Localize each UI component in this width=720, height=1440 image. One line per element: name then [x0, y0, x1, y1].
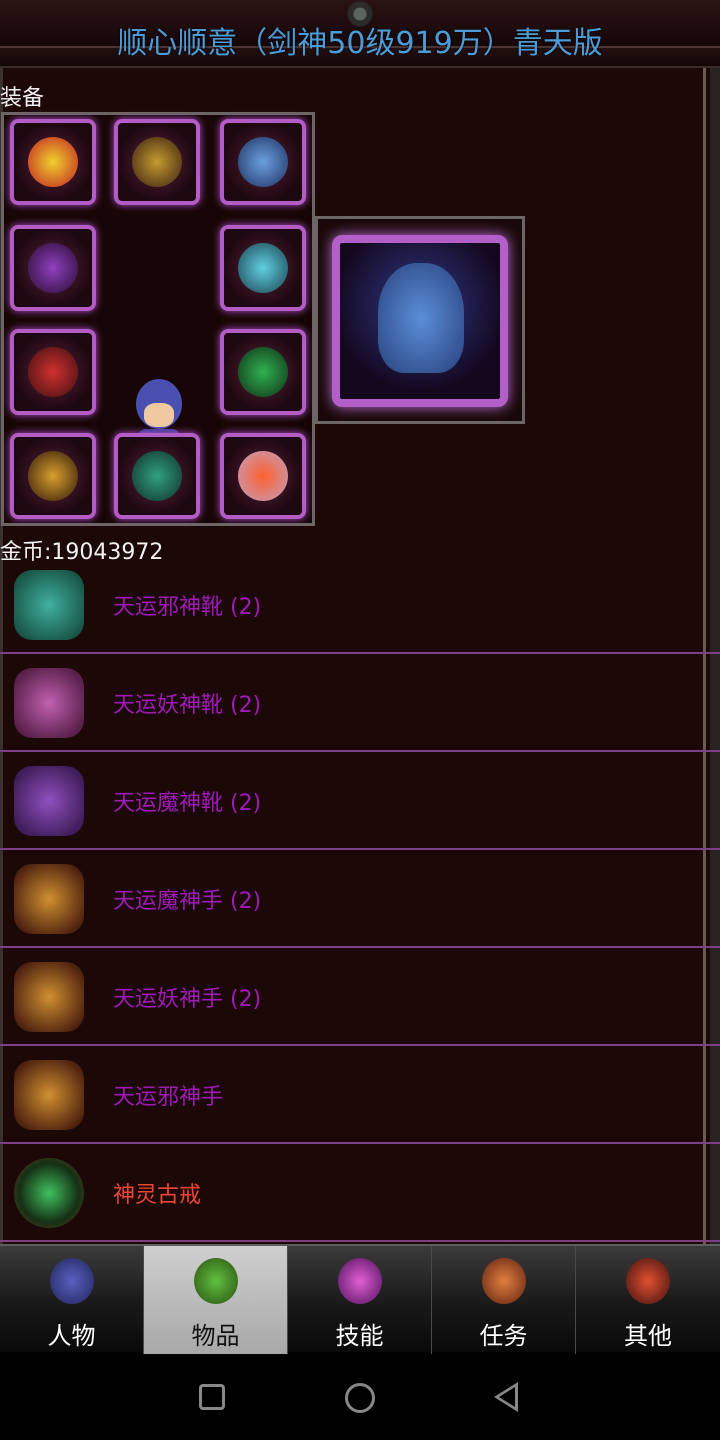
potion-icon [194, 1258, 238, 1304]
gold-glove-icon [4, 954, 94, 1040]
ring-slot[interactable] [220, 329, 306, 415]
ring-green-icon [238, 347, 288, 397]
pet-slot[interactable] [220, 433, 306, 519]
item-name: 天运妖神手 (2) [113, 987, 262, 1012]
home-icon[interactable] [345, 1383, 375, 1413]
system-nav-bar [0, 1354, 720, 1440]
recent-apps-icon[interactable] [199, 1384, 225, 1410]
boots-green-icon [132, 451, 182, 501]
tab-quests[interactable]: 任务 [432, 1246, 576, 1354]
tab-label: 技能 [335, 1322, 384, 1350]
tab-skills[interactable]: 技能 [288, 1246, 432, 1354]
demon-armor-icon [238, 137, 288, 187]
gold-glove-icon [4, 1052, 94, 1138]
item-name: 天运魔神手 (2) [113, 889, 262, 914]
gold-glove-icon [4, 856, 94, 942]
list-item[interactable]: 天运邪神手 [0, 1046, 720, 1144]
purple-boots-icon [4, 758, 94, 844]
glove-slot[interactable] [10, 433, 96, 519]
quest-flag-icon [482, 1258, 526, 1304]
back-icon[interactable] [494, 1382, 518, 1412]
green-boots-icon [4, 562, 94, 648]
equipment-grid [1, 112, 315, 526]
necklace-slot[interactable] [114, 119, 200, 205]
list-item[interactable]: 天运魔神靴 (2) [0, 752, 720, 850]
list-item[interactable]: 天运妖神手 (2) [0, 948, 720, 1046]
game-title: 顺心顺意（剑神50级919万）青天版 [117, 26, 603, 61]
tab-other[interactable]: 其他 [576, 1246, 720, 1354]
jade-ring-icon [4, 1150, 94, 1236]
equipment-label: 装备 [0, 86, 45, 111]
weapon-right-slot[interactable] [220, 225, 306, 311]
tab-items[interactable]: 物品 [144, 1246, 288, 1354]
other-sword-icon [626, 1258, 670, 1304]
dragon-necklace-icon [132, 137, 182, 187]
boots-slot[interactable] [114, 433, 200, 519]
item-name: 天运邪神手 [113, 1085, 224, 1110]
helmet-crown-icon [28, 137, 78, 187]
spirit-pet-icon [238, 451, 288, 501]
character-icon [50, 1258, 94, 1304]
tab-label: 人物 [47, 1322, 96, 1350]
item-name: 天运妖神靴 (2) [113, 693, 262, 718]
list-item[interactable]: 神灵古戒 [0, 1144, 720, 1242]
title-bar: 顺心顺意（剑神50级919万）青天版 [0, 0, 720, 68]
bracelet-red-icon [28, 347, 78, 397]
pink-boots-icon [4, 660, 94, 746]
mount-slot-frame [315, 216, 525, 424]
winged-beast-icon [378, 263, 464, 373]
list-item[interactable]: 天运邪神靴 (2) [0, 556, 720, 654]
list-item[interactable]: 天运魔神手 (2) [0, 850, 720, 948]
item-name: 神灵古戒 [113, 1183, 202, 1208]
glove-gold-icon [28, 451, 78, 501]
sword-right-icon [238, 243, 288, 293]
item-name: 天运魔神靴 (2) [113, 791, 262, 816]
bracelet-slot[interactable] [10, 329, 96, 415]
helmet-slot[interactable] [10, 119, 96, 205]
item-name: 天运邪神靴 (2) [113, 595, 262, 620]
tab-label: 其他 [624, 1322, 672, 1350]
weapon-left-slot[interactable] [10, 225, 96, 311]
tab-character[interactable]: 人物 [0, 1246, 144, 1354]
armor-slot[interactable] [220, 119, 306, 205]
list-item[interactable]: 天运妖神靴 (2) [0, 654, 720, 752]
tab-label: 任务 [479, 1322, 528, 1350]
skill-orb-icon [338, 1258, 382, 1304]
tab-label: 物品 [191, 1322, 240, 1350]
sword-left-icon [28, 243, 78, 293]
mount-slot[interactable] [332, 235, 508, 407]
bottom-tab-bar: 人物 物品 技能 任务 其他 [0, 1244, 720, 1354]
